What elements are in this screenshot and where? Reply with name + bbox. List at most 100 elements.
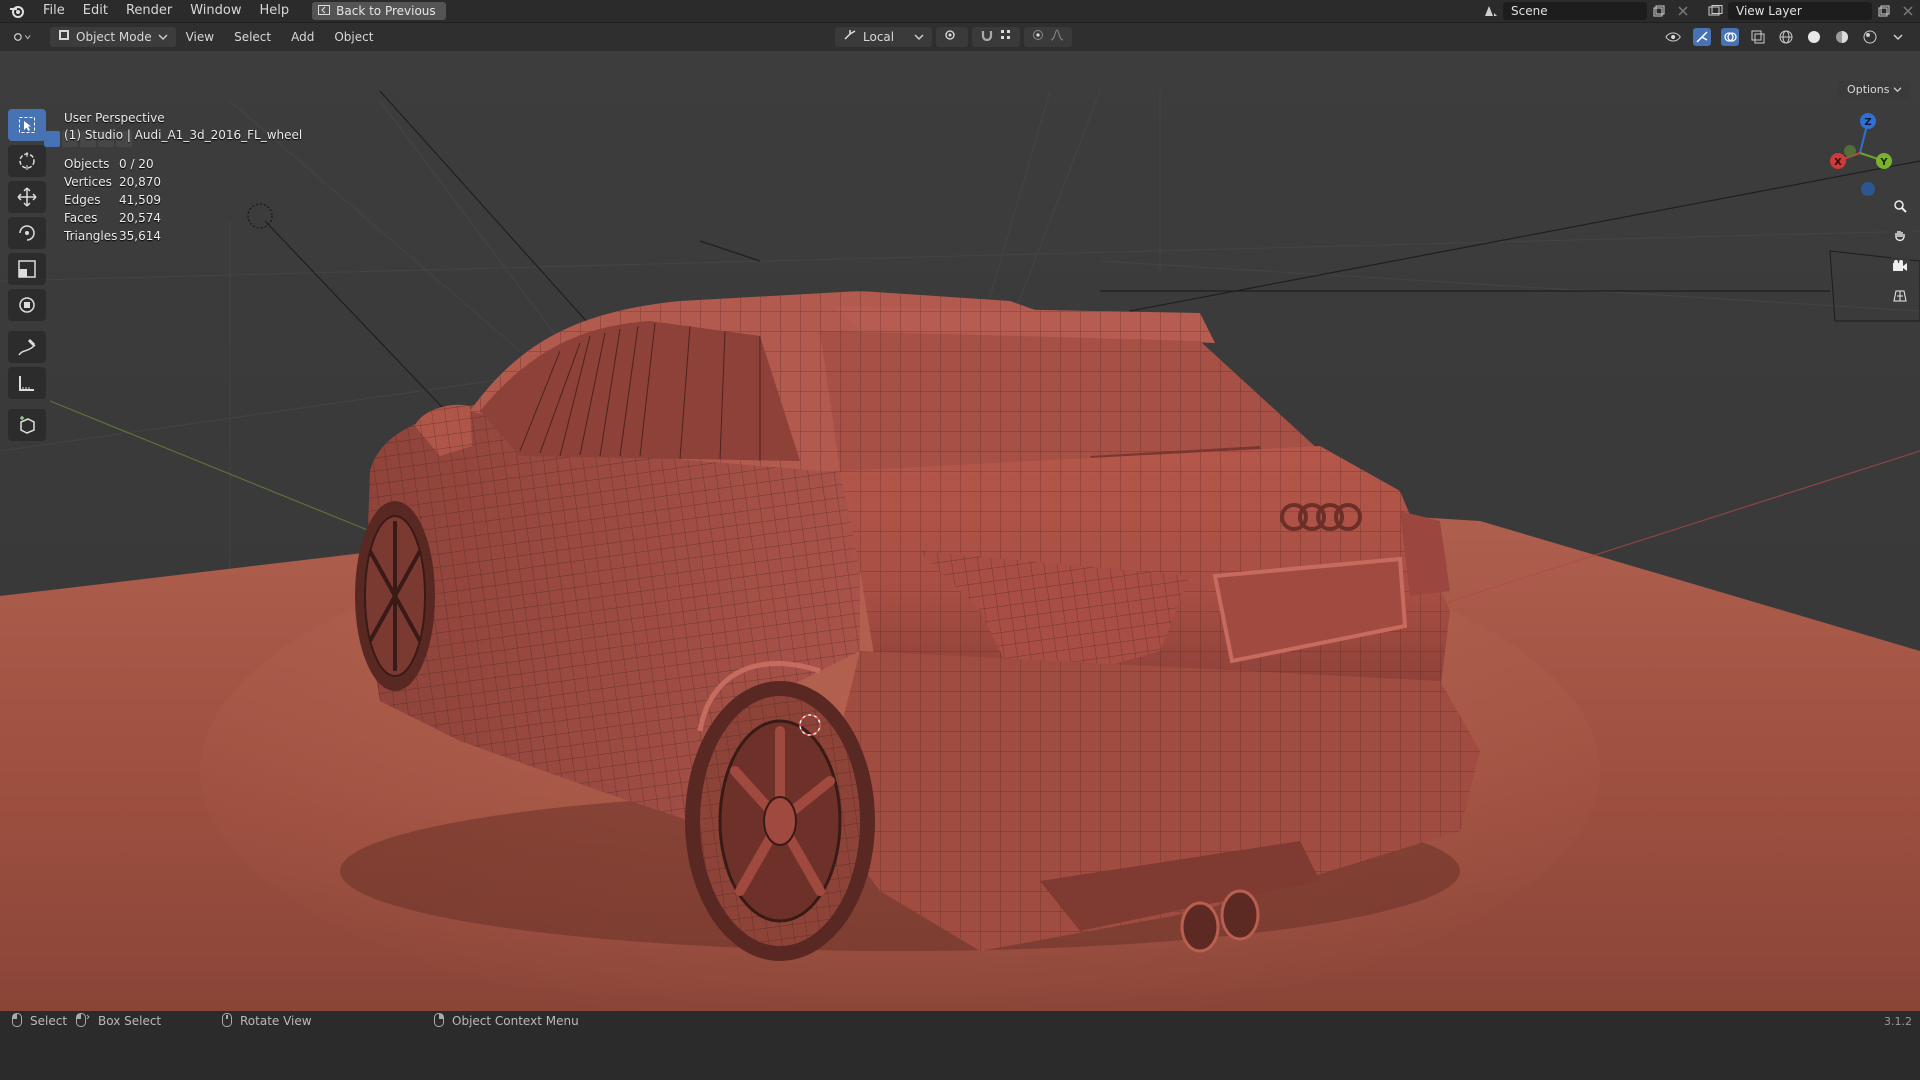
new-scene-icon[interactable] [1650, 2, 1668, 20]
options-label: Options [1847, 83, 1890, 96]
camera-view-icon[interactable] [1888, 254, 1912, 278]
stat-row: Objects 0 / 20 [64, 155, 161, 173]
viewport-info: User Perspective (1) Studio | Audi_A1_3d… [64, 111, 302, 142]
transform-tool-icon[interactable] [8, 289, 46, 321]
scene-statistics: Objects 0 / 20 Vertices 20,870 Edges 41,509… [64, 155, 161, 245]
stat-label: Faces [64, 211, 98, 225]
proportional-editing-icon [1032, 27, 1044, 47]
object-mode-icon [58, 27, 70, 47]
active-object-label: (1) Studio | Audi_A1_3d_2016_FL_wheel [64, 128, 303, 142]
3d-viewport[interactable]: User Perspective (1) Studio | Audi_A1_3d… [0, 51, 1920, 1011]
stat-value: 20,574 [119, 211, 161, 225]
view-layer-field[interactable]: View Layer [1728, 2, 1872, 20]
stat-row: Edges 41,509 [64, 191, 161, 209]
menu-window[interactable]: Window [181, 0, 250, 22]
menu-file[interactable]: File [34, 0, 74, 22]
measure-tool-icon[interactable] [8, 367, 46, 399]
overlays-toggle-icon[interactable] [1721, 28, 1739, 46]
scene-selector-icon[interactable] [1482, 2, 1500, 20]
status-box-select-label: Box Select [98, 1014, 162, 1028]
scene-render [0, 51, 1920, 1011]
tool-shelf [8, 109, 48, 441]
select-box-tool-icon[interactable] [8, 109, 46, 141]
stat-label: Vertices [64, 175, 112, 189]
stat-label: Edges [64, 193, 101, 207]
mouse-right-icon [434, 1012, 444, 1030]
gizmo-z-label: Z [1864, 117, 1871, 128]
menu-edit[interactable]: Edit [74, 0, 117, 22]
scene-field[interactable]: Scene [1503, 2, 1647, 20]
gizmo-y-label: Y [1879, 157, 1888, 168]
viewport-header: Object Mode View Select Add Object Local [0, 23, 1920, 51]
options-button[interactable]: Options [1839, 81, 1910, 99]
pivot-icon [944, 27, 960, 47]
add-menu[interactable]: Add [281, 23, 324, 51]
stat-value: 41,509 [119, 193, 161, 207]
stat-value: 0 / 20 [119, 157, 154, 171]
proportional-editing-toggle[interactable] [1024, 27, 1073, 47]
status-box-select: Box Select [76, 1012, 162, 1030]
cursor-tool-icon[interactable] [8, 145, 46, 177]
snap-grid-icon [1000, 27, 1012, 47]
view-menu[interactable]: View [176, 23, 224, 51]
version-label: 3.1.2 [1884, 1014, 1912, 1028]
gizmo-toggle-icon[interactable] [1693, 28, 1711, 46]
bottom-background [0, 1031, 1920, 1080]
add-cube-tool-icon[interactable] [8, 409, 46, 441]
rotate-tool-icon[interactable] [8, 217, 46, 249]
status-context-menu-label: Object Context Menu [452, 1014, 579, 1028]
delete-scene-icon[interactable] [1674, 2, 1692, 20]
mouse-middle-icon [222, 1012, 232, 1030]
pivot-point-dropdown[interactable] [936, 27, 969, 47]
delete-view-layer-icon[interactable] [1899, 2, 1917, 20]
orientation-icon [843, 27, 857, 47]
navigation-gizmo[interactable]: Z Y X [1820, 111, 1900, 201]
snap-toggle[interactable] [972, 27, 1021, 47]
scale-tool-icon[interactable] [8, 253, 46, 285]
stat-value: 20,870 [119, 175, 161, 189]
menu-help[interactable]: Help [251, 0, 299, 22]
status-select: Select [12, 1012, 67, 1030]
status-rotate-view-label: Rotate View [240, 1014, 312, 1028]
menu-render[interactable]: Render [117, 0, 181, 22]
status-bar: Select Box Select Rotate View Object Con… [0, 1011, 1920, 1031]
material-shading-icon[interactable] [1833, 28, 1851, 46]
shading-options-chevron-icon[interactable] [1889, 28, 1907, 46]
transform-orientation-dropdown[interactable]: Local [835, 27, 933, 47]
stat-row: Faces 20,574 [64, 209, 161, 227]
perspective-label: User Perspective [64, 111, 165, 125]
visibility-eye-icon[interactable] [1665, 28, 1683, 46]
editor-type-icon[interactable] [13, 28, 31, 46]
mouse-left-icon [12, 1012, 22, 1030]
object-mode-dropdown[interactable]: Object Mode [50, 27, 176, 47]
perspective-toggle-icon[interactable] [1888, 284, 1912, 308]
xray-toggle-icon[interactable] [1749, 28, 1767, 46]
stat-label: Objects [64, 157, 110, 171]
rendered-shading-icon[interactable] [1861, 28, 1879, 46]
stat-row: Triangles 35,614 [64, 227, 161, 245]
select-menu[interactable]: Select [224, 23, 281, 51]
zoom-icon[interactable] [1888, 194, 1912, 218]
transform-orientation-label: Local [863, 30, 895, 44]
top-bar: File Edit Render Window Help Back to Pre… [0, 0, 1920, 23]
object-mode-label: Object Mode [76, 30, 152, 44]
gizmo-x-label: X [1834, 157, 1842, 168]
falloff-curve-icon [1050, 27, 1064, 47]
blender-logo-icon[interactable] [0, 0, 34, 22]
view-layer-icon[interactable] [1707, 2, 1725, 20]
back-to-previous-button[interactable]: Back to Previous [312, 2, 446, 20]
view-navigation-buttons [1888, 194, 1912, 308]
stat-row: Vertices 20,870 [64, 173, 161, 191]
annotate-tool-icon[interactable] [8, 331, 46, 363]
move-tool-icon[interactable] [8, 181, 46, 213]
mouse-drag-icon [76, 1012, 90, 1030]
object-menu[interactable]: Object [324, 23, 383, 51]
chevron-down-icon [914, 27, 924, 47]
solid-shading-icon[interactable] [1805, 28, 1823, 46]
pan-hand-icon[interactable] [1888, 224, 1912, 248]
new-view-layer-icon[interactable] [1875, 2, 1893, 20]
back-to-previous-label: Back to Previous [336, 4, 436, 18]
wireframe-shading-icon[interactable] [1777, 28, 1795, 46]
chevron-down-icon [1893, 83, 1902, 96]
stat-label: Triangles [64, 229, 118, 243]
